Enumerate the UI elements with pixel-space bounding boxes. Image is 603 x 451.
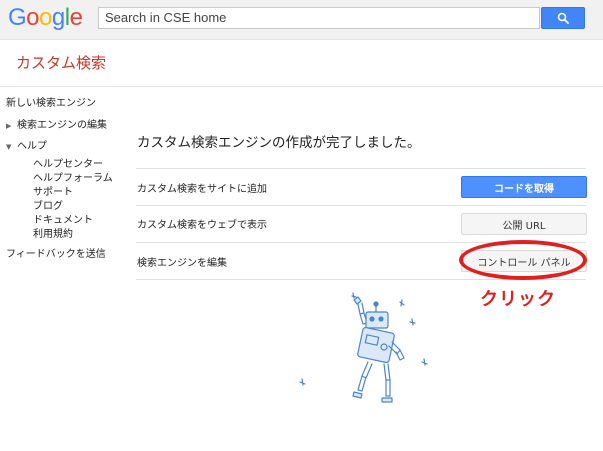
- sidebar-item-label: ヘルプ: [17, 141, 47, 152]
- page-title[interactable]: カスタム検索: [16, 52, 106, 73]
- sidebar-item-new-engine[interactable]: 新しい検索エンジン: [6, 97, 96, 111]
- sidebar-item-help-forum[interactable]: ヘルプフォーラム: [33, 172, 113, 185]
- sidebar-item-terms[interactable]: 利用規約: [33, 228, 73, 241]
- get-code-button[interactable]: コードを取得: [461, 176, 587, 198]
- chevron-down-icon: ▼: [6, 143, 12, 151]
- row-label-edit-engine: 検索エンジンを編集: [137, 258, 227, 269]
- logo-letter: o: [39, 4, 52, 31]
- sidebar-item-label: 検索エンジンの編集: [17, 120, 107, 131]
- logo-letter: G: [8, 4, 27, 31]
- chevron-right-icon: ▶: [6, 122, 12, 130]
- sidebar-item-support[interactable]: サポート: [33, 186, 73, 199]
- sidebar-item-label: フィードバックを送信: [6, 249, 106, 260]
- top-bar: Google Search in CSE home: [0, 0, 603, 40]
- logo-letter: e: [69, 4, 83, 31]
- sidebar-item-docs[interactable]: ドキュメント: [33, 214, 93, 227]
- sidebar-item-help-center[interactable]: ヘルプセンター: [33, 158, 103, 171]
- highlight-ellipse: [459, 240, 587, 280]
- row-label-view-on-web: カスタム検索をウェブで表示: [137, 220, 267, 231]
- divider: [136, 168, 586, 169]
- sidebar-item-edit-engine[interactable]: ▶ 検索エンジンの編集: [6, 119, 107, 133]
- sidebar-item-help[interactable]: ▼ ヘルプ: [6, 140, 47, 154]
- search-icon: [557, 12, 569, 24]
- sidebar-item-label: 新しい検索エンジン: [6, 98, 96, 109]
- google-logo[interactable]: Google: [8, 4, 83, 32]
- search-input[interactable]: Search in CSE home: [98, 7, 540, 29]
- sidebar-item-feedback[interactable]: フィードバックを送信: [6, 248, 106, 262]
- page-header: カスタム検索: [0, 40, 603, 87]
- success-heading: カスタム検索エンジンの作成が完了しました。: [137, 135, 421, 151]
- search-button[interactable]: [541, 7, 585, 29]
- robot-illustration: [299, 292, 428, 403]
- click-annotation: クリック: [480, 289, 556, 310]
- divider: [136, 205, 586, 206]
- logo-letter: g: [51, 4, 65, 31]
- row-label-add-to-site: カスタム検索をサイトに追加: [137, 184, 267, 195]
- public-url-button[interactable]: 公開 URL: [461, 213, 587, 235]
- sidebar-item-blog[interactable]: ブログ: [33, 200, 63, 213]
- logo-letter: o: [26, 4, 40, 31]
